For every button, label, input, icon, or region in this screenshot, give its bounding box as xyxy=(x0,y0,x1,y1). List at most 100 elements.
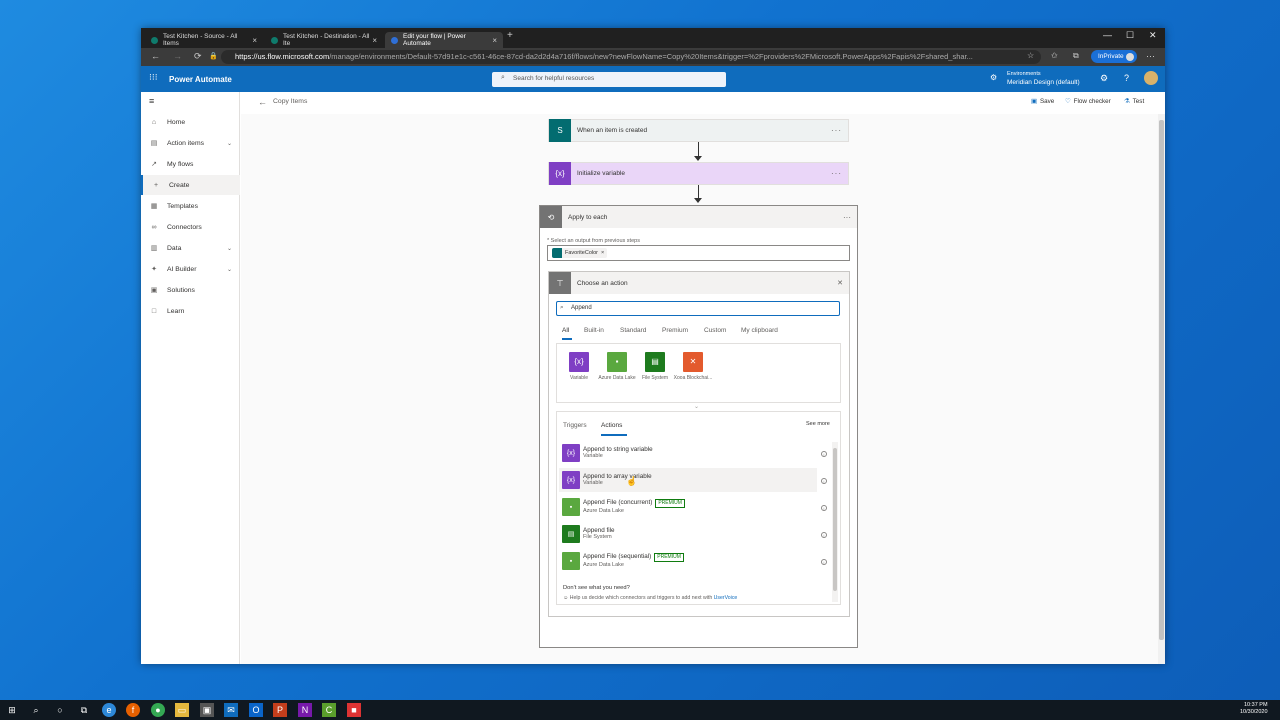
edge-icon[interactable]: e xyxy=(102,703,116,717)
close-tab-icon[interactable]: × xyxy=(492,36,497,45)
save-button[interactable]: ▣ Save xyxy=(1031,98,1054,105)
search-icon[interactable]: ⌕ xyxy=(29,703,43,717)
user-avatar[interactable] xyxy=(1144,71,1158,85)
action-append-file-concurrent[interactable]: ▪ Append File (concurrent) PREMIUM Azure D… xyxy=(559,495,817,519)
browser-menu-icon[interactable]: ⋯ xyxy=(1146,51,1155,62)
apply-to-each-header[interactable]: ⟲ Apply to each ··· xyxy=(540,206,857,228)
tab-custom[interactable]: Custom xyxy=(704,327,726,334)
remove-token-icon[interactable]: × xyxy=(601,250,604,256)
tab-triggers[interactable]: Triggers xyxy=(563,422,587,429)
tab-standard[interactable]: Standard xyxy=(620,327,646,334)
maximize-button[interactable]: ☐ xyxy=(1126,30,1134,41)
nav-item-data[interactable]: ▥ Data ⌄ xyxy=(141,238,240,258)
flow-name[interactable]: Copy Items xyxy=(273,98,307,105)
info-icon[interactable]: i xyxy=(821,478,827,484)
tab-all[interactable]: All xyxy=(562,327,569,334)
action-search-input[interactable]: Append xyxy=(556,301,840,316)
close-tab-icon[interactable]: × xyxy=(372,36,377,45)
recorder-icon[interactable]: ■ xyxy=(347,703,361,717)
new-tab-button[interactable]: + xyxy=(507,30,513,41)
environment-name[interactable]: Meridian Design (default) xyxy=(1007,79,1080,86)
nav-item-label: Create xyxy=(169,181,190,189)
chrome-icon[interactable]: ● xyxy=(151,703,165,717)
info-icon[interactable]: i xyxy=(821,505,827,511)
uservoice-link[interactable]: UserVoice xyxy=(714,595,738,601)
info-icon[interactable]: i xyxy=(821,451,827,457)
close-icon[interactable]: ✕ xyxy=(837,279,843,287)
refresh-icon[interactable]: ⟳ xyxy=(194,51,202,62)
back-nav-icon[interactable]: ← xyxy=(151,51,160,61)
chevron-down-icon[interactable]: ⌄ xyxy=(227,245,232,252)
task-view-icon[interactable]: ⧉ xyxy=(77,703,91,717)
mail-icon[interactable]: ✉ xyxy=(224,703,238,717)
forward-nav-icon[interactable]: → xyxy=(173,51,182,61)
action-append-file-sequential[interactable]: ▪ Append File (sequential) PREMIUM Azure D… xyxy=(559,549,817,573)
hamburger-menu-icon[interactable]: ≡ xyxy=(149,96,154,106)
connector-azure-data-lake[interactable]: ▪ Azure Data Lake xyxy=(597,352,637,382)
tab-actions[interactable]: Actions xyxy=(601,422,622,429)
tab-built-in[interactable]: Built-in xyxy=(584,327,604,334)
cortana-icon[interactable]: ○ xyxy=(53,703,67,717)
minimize-button[interactable]: — xyxy=(1103,30,1112,40)
nav-item-connectors[interactable]: ∞ Connectors xyxy=(141,217,240,237)
connector-xooa[interactable]: ✕ Xooa Blockchai... xyxy=(673,352,713,382)
app-name[interactable]: Power Automate xyxy=(169,75,232,84)
tab-premium[interactable]: Premium xyxy=(662,327,688,334)
connector-variable[interactable]: {x} Variable xyxy=(559,352,599,382)
profile-avatar[interactable] xyxy=(1126,53,1134,61)
flow-checker-button[interactable]: ♡ Flow checker xyxy=(1065,98,1111,105)
more-options-icon[interactable]: ··· xyxy=(843,213,851,222)
store-icon[interactable]: ▣ xyxy=(200,703,214,717)
init-variable-card[interactable]: {x} Initialize variable ··· xyxy=(548,162,849,185)
powerpoint-icon[interactable]: P xyxy=(273,703,287,717)
action-append-array-variable[interactable]: {x} Append to array variable Variable xyxy=(559,468,817,492)
more-options-icon[interactable]: ··· xyxy=(831,169,842,178)
see-more-link[interactable]: See more xyxy=(806,421,830,427)
app-launcher-icon[interactable]: ⁝⁝⁝ xyxy=(149,72,158,83)
nav-item-my-flows[interactable]: ↗ My flows xyxy=(141,154,240,174)
nav-item-home[interactable]: ⌂ Home xyxy=(141,112,240,132)
help-icon[interactable]: ? xyxy=(1124,73,1129,83)
file-explorer-icon[interactable]: ▭ xyxy=(175,703,189,717)
connector-file-system[interactable]: ▤ File System xyxy=(635,352,675,382)
tab-edit-flow[interactable]: Edit your flow | Power Automate × xyxy=(385,32,503,48)
tab-destination[interactable]: Test Kitchen - Destination - All Ite × xyxy=(265,32,383,48)
expand-chevron-icon[interactable]: ⌄ xyxy=(694,403,699,410)
apply-to-each-title: Apply to each xyxy=(568,213,608,221)
nav-item-learn[interactable]: □ Learn xyxy=(141,301,240,321)
outlook-icon[interactable]: O xyxy=(249,703,263,717)
chevron-down-icon[interactable]: ⌄ xyxy=(227,140,232,147)
canvas-scrollbar-thumb[interactable] xyxy=(1159,120,1164,640)
more-options-icon[interactable]: ··· xyxy=(831,126,842,135)
action-append-string-variable[interactable]: {x} Append to string variable Variable xyxy=(559,441,817,465)
system-clock[interactable]: 10:37 PM 10/30/2020 xyxy=(1240,702,1268,716)
trigger-card[interactable]: S When an item is created ··· xyxy=(548,119,849,142)
tab-my-clipboard[interactable]: My clipboard xyxy=(741,327,778,334)
nav-item-create[interactable]: + Create xyxy=(141,175,240,195)
tab-source[interactable]: Test Kitchen - Source - All Items × xyxy=(145,32,263,48)
dynamic-content-token[interactable]: FavoriteColor × xyxy=(552,248,608,258)
help-search-input[interactable]: Search for helpful resources xyxy=(492,72,726,87)
onenote-icon[interactable]: N xyxy=(298,703,312,717)
info-icon[interactable]: i xyxy=(821,559,827,565)
close-tab-icon[interactable]: × xyxy=(252,36,257,45)
camtasia-icon[interactable]: C xyxy=(322,703,336,717)
nav-item-templates[interactable]: ▦ Templates xyxy=(141,196,240,216)
settings-gear-icon[interactable]: ⚙ xyxy=(1100,73,1108,84)
collections-icon[interactable]: ⧉ xyxy=(1073,51,1079,61)
nav-item-action-items[interactable]: ▤ Action items ⌄ xyxy=(141,133,240,153)
action-list-scrollbar-thumb[interactable] xyxy=(833,448,837,591)
favorites-icon[interactable]: ✩ xyxy=(1051,51,1058,60)
info-icon[interactable]: i xyxy=(821,532,827,538)
firefox-icon[interactable]: f xyxy=(126,703,140,717)
url-field[interactable]: https://us.flow.microsoft.com/manage/env… xyxy=(221,50,1041,64)
favorite-star-icon[interactable]: ☆ xyxy=(1027,51,1034,60)
windows-start-icon[interactable]: ⊞ xyxy=(5,703,19,717)
nav-item-ai-builder[interactable]: ✦ AI Builder ⌄ xyxy=(141,259,240,279)
action-append-file[interactable]: ▤ Append file File System xyxy=(559,522,817,546)
test-button[interactable]: ⚗ Test xyxy=(1124,98,1144,105)
chevron-down-icon[interactable]: ⌄ xyxy=(227,266,232,273)
back-arrow-icon[interactable]: ← xyxy=(258,97,267,107)
nav-item-solutions[interactable]: ▣ Solutions xyxy=(141,280,240,300)
close-window-button[interactable]: ✕ xyxy=(1149,30,1157,41)
